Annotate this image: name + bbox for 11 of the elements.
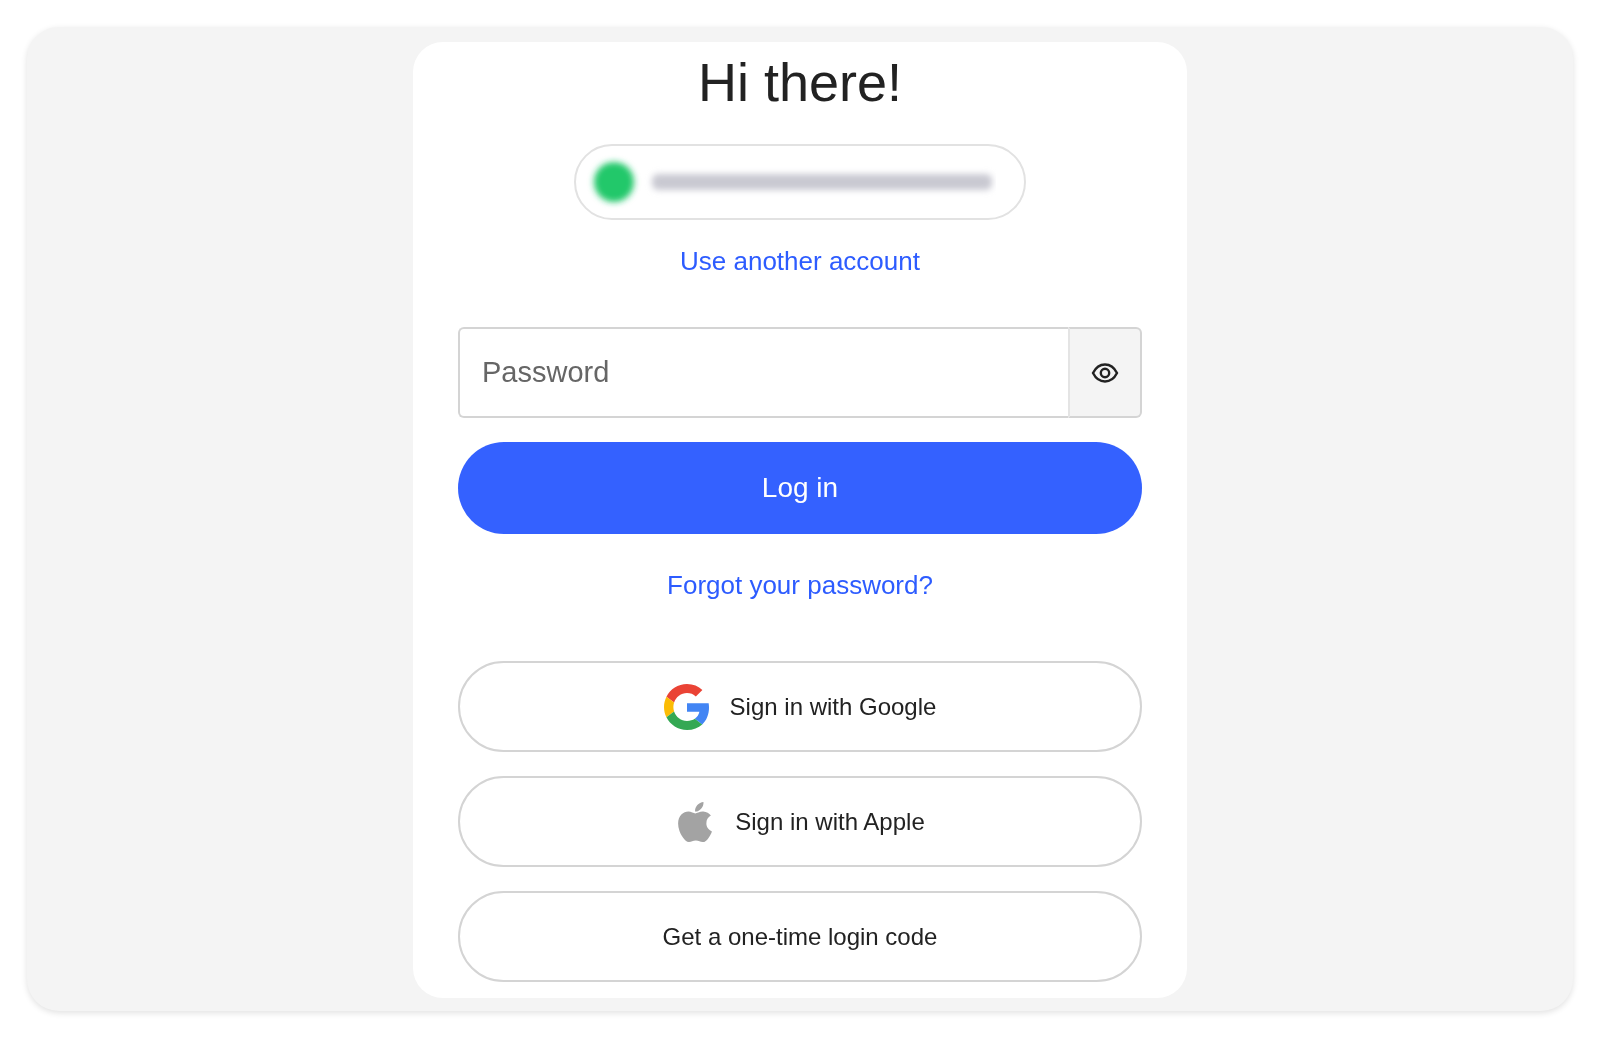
use-another-account-link[interactable]: Use another account	[680, 246, 920, 277]
heading: Hi there!	[697, 51, 903, 114]
sign-in-button[interactable]: Sign in with Google	[458, 661, 1142, 752]
log-in-button[interactable]: Log in	[458, 442, 1142, 534]
forgot-password-link[interactable]: Forgot your password?	[667, 570, 933, 601]
sign-in-button[interactable]: Sign in with Apple	[458, 776, 1142, 867]
show-password-button[interactable]	[1068, 327, 1142, 418]
password-field[interactable]: Password	[458, 327, 1068, 418]
google-logo-icon	[663, 683, 710, 730]
one-time-code-button[interactable]: Get a one-time login code	[458, 891, 1142, 982]
eye-icon	[1091, 361, 1119, 384]
